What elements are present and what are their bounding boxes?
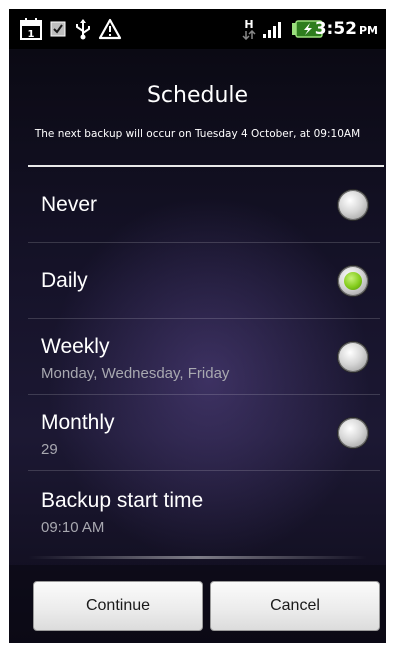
daily-radio-button[interactable] xyxy=(338,266,368,296)
calendar-day: 1 xyxy=(28,29,35,40)
dialog-title: Schedule xyxy=(146,83,249,108)
clock-ampm: PM xyxy=(358,24,378,37)
never-radio-button[interactable] xyxy=(338,190,368,220)
continue-button[interactable]: Continue xyxy=(33,581,203,631)
status-clock: 3:52 PM xyxy=(315,19,378,39)
cancel-button[interactable]: Cancel xyxy=(210,581,380,631)
option-never[interactable]: Never xyxy=(9,167,386,243)
usb-icon xyxy=(73,17,93,41)
schedule-dialog: Schedule The next backup will occur on T… xyxy=(9,49,386,643)
button-bar: Continue Cancel xyxy=(9,565,386,643)
list-bottom-divider xyxy=(28,556,367,559)
monthly-radio-button[interactable] xyxy=(338,418,368,448)
option-label: Weekly xyxy=(41,335,110,358)
option-label: Monthly xyxy=(41,411,115,434)
option-monthly[interactable]: Monthly 29 xyxy=(9,395,386,471)
status-bar: 1 H 3:52 PM xyxy=(9,9,386,49)
backup-start-value: 09:10 AM xyxy=(41,519,105,536)
backup-start-time-setting[interactable]: Backup start time 09:10 AM xyxy=(9,471,386,555)
clock-time: 3:52 xyxy=(314,19,357,39)
warning-icon xyxy=(97,17,123,41)
checkbox-icon xyxy=(49,17,67,41)
network-type-label: H xyxy=(244,17,254,31)
option-sublabel: Monday, Wednesday, Friday xyxy=(41,365,230,382)
next-backup-message: The next backup will occur on Tuesday 4 … xyxy=(34,128,361,140)
network-activity-icon: H xyxy=(240,17,258,41)
weekly-radio-button[interactable] xyxy=(338,342,368,372)
option-label: Never xyxy=(41,193,98,216)
option-daily[interactable]: Daily xyxy=(9,243,386,319)
device-screen: 1 H 3:52 PM Schedule The next backup wil… xyxy=(9,9,386,643)
option-sublabel: 29 xyxy=(41,441,58,458)
signal-icon xyxy=(260,17,286,41)
calendar-icon: 1 xyxy=(19,17,43,41)
backup-start-label: Backup start time xyxy=(41,489,204,512)
option-weekly[interactable]: Weekly Monday, Wednesday, Friday xyxy=(9,319,386,395)
option-label: Daily xyxy=(41,269,88,292)
